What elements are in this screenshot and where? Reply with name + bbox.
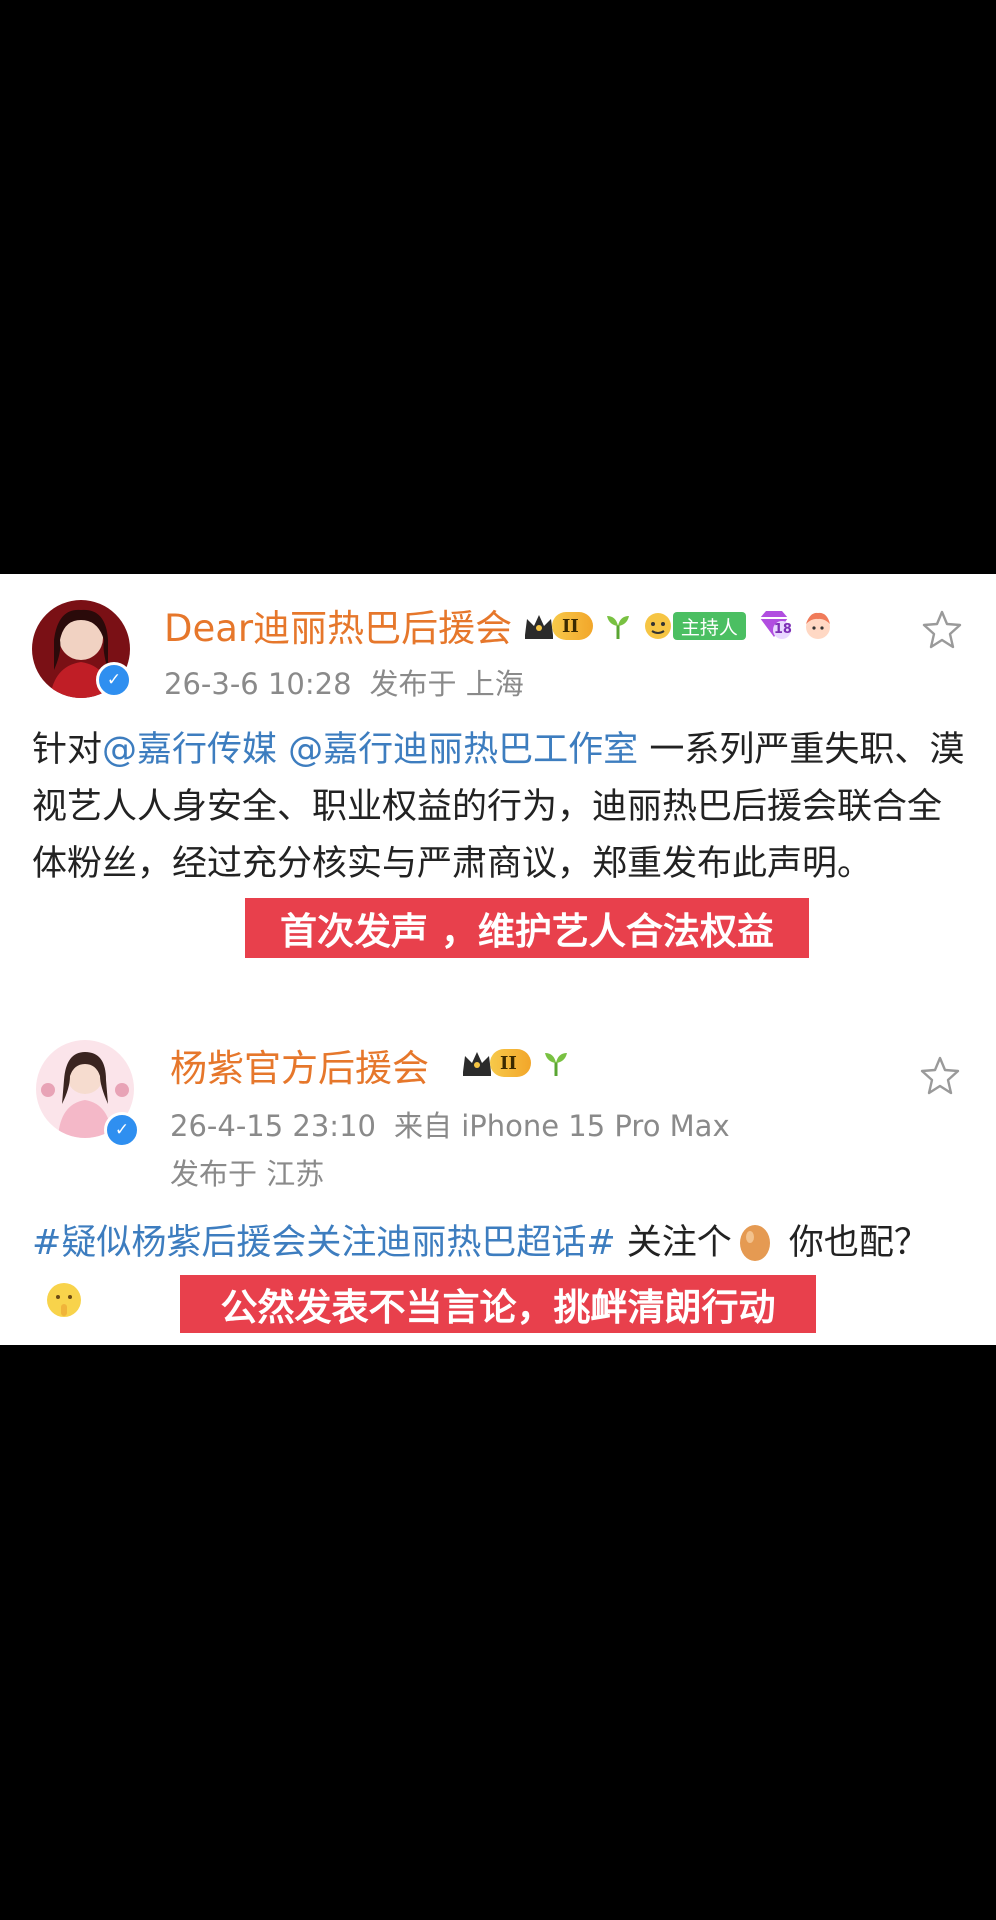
mention-link[interactable]: @嘉行传媒 bbox=[102, 730, 277, 770]
crown-icon bbox=[525, 615, 553, 639]
sprout-icon bbox=[544, 1053, 567, 1076]
verified-icon: ✓ bbox=[96, 662, 132, 698]
badge-row: II bbox=[460, 1048, 571, 1078]
screen: ✓ Dear迪丽热巴后援会 II 主持人 18 26-3-6 10:28 发布于… bbox=[0, 0, 996, 1920]
mention-link[interactable]: @嘉行迪丽热巴工作室 bbox=[288, 730, 638, 770]
caption-overlay: 公然发表不当言论，挑衅清朗行动 bbox=[180, 1275, 816, 1333]
post-source: 来自 iPhone 15 Pro Max bbox=[393, 1109, 730, 1143]
egg-emoji-icon bbox=[739, 1225, 770, 1261]
post-dilireba-fanclub: ✓ Dear迪丽热巴后援会 II 主持人 18 26-3-6 10:28 发布于… bbox=[0, 574, 996, 974]
post-location: 发布于 上海 bbox=[369, 667, 524, 701]
crown-level-badge[interactable]: II bbox=[522, 611, 593, 641]
host-badge[interactable]: 主持人 bbox=[672, 612, 746, 640]
caption-overlay: 首次发声 ，维护艺人合法权益 bbox=[245, 898, 809, 958]
author-name[interactable]: 杨紫官方后援会 bbox=[170, 1050, 429, 1087]
cartoon-avatar-icon bbox=[805, 612, 830, 639]
post-time: 26-4-15 23:10 bbox=[170, 1109, 376, 1143]
post-location: 发布于 江苏 bbox=[170, 1157, 325, 1191]
star-icon[interactable] bbox=[920, 608, 964, 652]
badge-row: II 主持人 18 bbox=[522, 608, 834, 644]
post-meta: 26-4-15 23:10 来自 iPhone 15 Pro Max bbox=[170, 1112, 730, 1141]
vip-level: 18 bbox=[773, 622, 792, 637]
post-yangzi-fanclub: ✓ 杨紫官方后援会 II 26-4-15 23:10 来自 iPhone 15 … bbox=[0, 1014, 996, 1345]
shush-emoji-icon bbox=[47, 1283, 81, 1317]
crown-level-badge[interactable]: II bbox=[460, 1048, 531, 1078]
sprout-icon bbox=[606, 616, 629, 639]
avatar[interactable]: ✓ bbox=[32, 600, 132, 698]
avatar[interactable]: ✓ bbox=[36, 1040, 140, 1148]
post-text: 针对@嘉行传媒 @嘉行迪丽热巴工作室 一系列严重失职、漠视艺人人身安全、职业权益… bbox=[32, 730, 965, 884]
post-time: 26-3-6 10:28 bbox=[164, 667, 352, 701]
host-mascot-icon bbox=[644, 613, 671, 639]
hashtag-link[interactable]: #疑似杨紫后援会关注迪丽热巴超话# bbox=[32, 1223, 616, 1263]
crown-icon bbox=[463, 1052, 491, 1076]
author-name[interactable]: Dear迪丽热巴后援会 bbox=[164, 610, 512, 647]
post-meta: 26-3-6 10:28 发布于 上海 bbox=[164, 670, 524, 699]
screenshot-panel: ✓ Dear迪丽热巴后援会 II 主持人 18 26-3-6 10:28 发布于… bbox=[0, 574, 996, 1345]
star-icon[interactable] bbox=[918, 1054, 962, 1098]
verified-icon: ✓ bbox=[104, 1112, 140, 1148]
